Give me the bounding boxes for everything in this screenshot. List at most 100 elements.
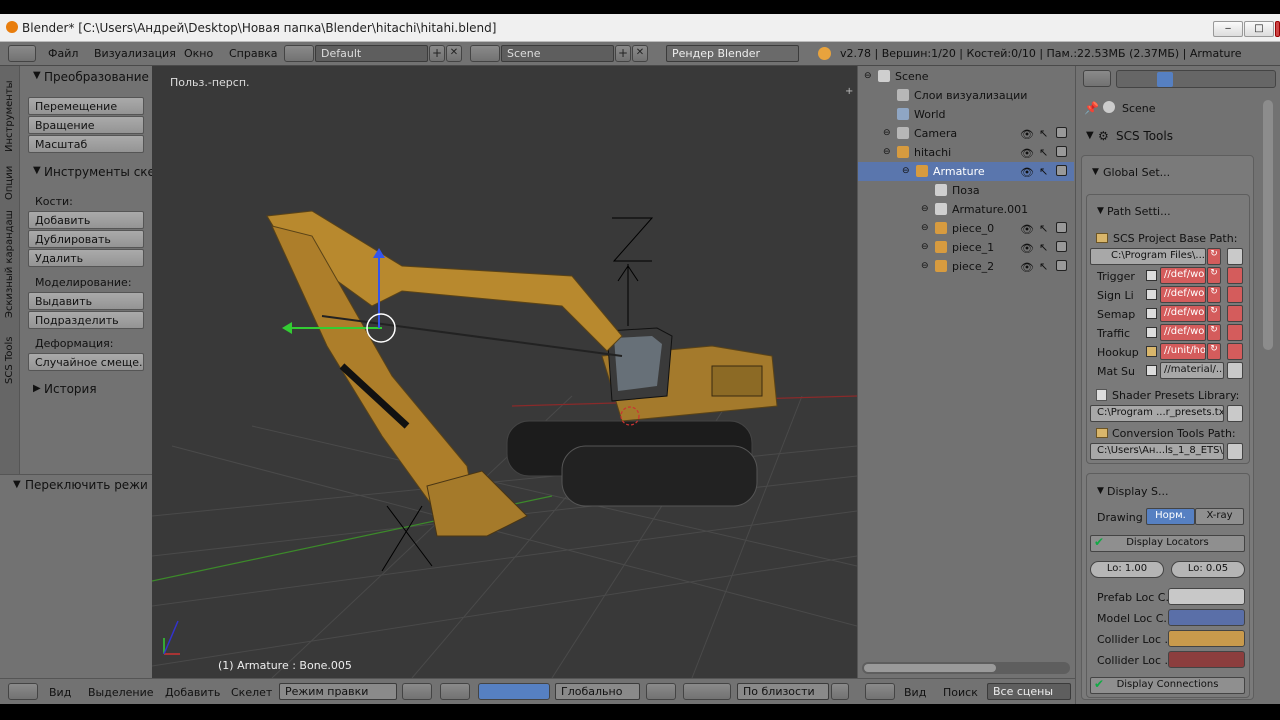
reload-icon[interactable]: ↻ bbox=[1207, 343, 1221, 360]
collapse-arrow-icon[interactable]: ▼ bbox=[1097, 486, 1104, 496]
snap-target-icon[interactable] bbox=[831, 683, 849, 700]
randomize-button[interactable]: Случайное смеще... bbox=[28, 353, 144, 371]
remove-scene-button[interactable]: ✕ bbox=[632, 45, 648, 62]
pin-icon[interactable]: 📌 bbox=[1084, 101, 1099, 115]
tab-options[interactable]: Опции bbox=[4, 160, 15, 200]
xray-mode-button[interactable]: X-ray bbox=[1195, 508, 1244, 525]
color-swatch[interactable] bbox=[1168, 651, 1245, 668]
collapse-arrow-icon[interactable]: ▼ bbox=[33, 165, 41, 176]
path-settings-title[interactable]: Path Setti... bbox=[1107, 205, 1171, 218]
menu-select[interactable]: Выделение bbox=[88, 686, 154, 699]
reload-icon[interactable]: ↻ bbox=[1207, 248, 1221, 265]
close-button[interactable] bbox=[1275, 21, 1280, 37]
display-mode-select[interactable]: Все сцены bbox=[987, 683, 1071, 700]
folder-browse-icon[interactable] bbox=[1227, 305, 1243, 322]
outliner-scrollbar[interactable] bbox=[862, 662, 1070, 674]
outliner-item-label[interactable]: Слои визуализации bbox=[914, 89, 1027, 102]
visibility-eye-icon[interactable]: 👁 bbox=[1020, 261, 1034, 274]
conversion-tools-field[interactable]: C:\Users\Ан...ls_1_8_ETS\ bbox=[1090, 443, 1224, 460]
display-settings-title[interactable]: Display S... bbox=[1107, 485, 1169, 498]
outliner-item-label[interactable]: Scene bbox=[895, 70, 929, 83]
folder-browse-icon[interactable] bbox=[1227, 286, 1243, 303]
reload-icon[interactable]: ↻ bbox=[1207, 267, 1221, 284]
visibility-eye-icon[interactable]: 👁 bbox=[1020, 147, 1034, 160]
duplicate-bone-button[interactable]: Дублировать bbox=[28, 230, 144, 248]
reload-icon[interactable]: ↻ bbox=[1207, 286, 1221, 303]
viewport-shading-icon[interactable] bbox=[402, 683, 432, 700]
expand-toggle-icon[interactable]: ⊖ bbox=[921, 242, 933, 254]
outliner-row[interactable]: ⊖ Camera 👁 ↖ bbox=[858, 124, 1074, 143]
menu-help[interactable]: Справка bbox=[229, 47, 277, 60]
collapse-arrow-icon[interactable]: ▼ bbox=[13, 479, 21, 490]
outliner-row[interactable]: Поза bbox=[858, 181, 1074, 200]
scene-icon[interactable] bbox=[470, 45, 500, 62]
locator-size-field[interactable]: Lo: 1.00 bbox=[1090, 561, 1164, 578]
display-connections-toggle[interactable]: Display Connections bbox=[1090, 677, 1245, 694]
menu-add[interactable]: Добавить bbox=[165, 686, 220, 699]
outliner-item-label[interactable]: piece_2 bbox=[952, 260, 994, 273]
outliner-row[interactable]: ⊖ piece_2 👁 ↖ bbox=[858, 257, 1074, 276]
menu-view[interactable]: Вид bbox=[904, 686, 926, 699]
tab-grease-pencil[interactable]: Эскизный карандаш bbox=[4, 208, 15, 318]
add-layout-button[interactable]: + bbox=[429, 45, 445, 62]
history-panel-title[interactable]: История bbox=[44, 382, 97, 396]
expand-toggle-icon[interactable]: ⊖ bbox=[883, 147, 895, 159]
outliner-item-label[interactable]: Armature bbox=[933, 165, 985, 178]
path-field[interactable]: //def/wor bbox=[1160, 267, 1206, 284]
render-camera-icon[interactable] bbox=[1056, 222, 1067, 233]
folder-browse-icon[interactable] bbox=[1227, 267, 1243, 284]
proportional-edit-icon[interactable] bbox=[683, 683, 731, 700]
outliner-row[interactable]: ⊖ Armature 👁 ↖ bbox=[858, 162, 1074, 181]
expand-toggle-icon[interactable]: ⊖ bbox=[883, 128, 895, 140]
collapse-arrow-icon[interactable]: ▼ bbox=[1092, 167, 1099, 177]
folder-browse-icon[interactable] bbox=[1227, 343, 1243, 360]
render-camera-icon[interactable] bbox=[1056, 127, 1067, 138]
visibility-eye-icon[interactable]: 👁 bbox=[1020, 128, 1034, 141]
render-camera-icon[interactable] bbox=[1056, 146, 1067, 157]
snap-select[interactable]: По близости bbox=[737, 683, 829, 700]
color-swatch[interactable] bbox=[1168, 588, 1245, 605]
menu-search[interactable]: Поиск bbox=[943, 686, 978, 699]
outliner-row[interactable]: ⊖ hitachi 👁 ↖ bbox=[858, 143, 1074, 162]
display-locators-toggle[interactable]: Display Locators bbox=[1090, 535, 1245, 552]
menu-view[interactable]: Вид bbox=[49, 686, 71, 699]
mode-select[interactable]: Режим правки bbox=[279, 683, 397, 700]
render-camera-icon[interactable] bbox=[1056, 165, 1067, 176]
selectable-cursor-icon[interactable]: ↖ bbox=[1039, 146, 1048, 159]
layers-icon[interactable] bbox=[646, 683, 676, 700]
render-camera-icon[interactable] bbox=[1056, 241, 1067, 252]
expand-toggle-icon[interactable]: ⊖ bbox=[921, 223, 933, 235]
selectable-cursor-icon[interactable]: ↖ bbox=[1039, 165, 1048, 178]
manipulator-icons[interactable] bbox=[478, 683, 550, 700]
minimize-button[interactable]: ‒ bbox=[1213, 21, 1243, 37]
context-tabs[interactable] bbox=[1116, 70, 1276, 88]
path-field[interactable]: //def/wor bbox=[1160, 324, 1206, 341]
outliner-item-label[interactable]: World bbox=[914, 108, 946, 121]
outliner-item-label[interactable]: Armature.001 bbox=[952, 203, 1028, 216]
shader-library-field[interactable]: C:\Program ...r_presets.txt bbox=[1090, 405, 1224, 422]
visibility-eye-icon[interactable]: 👁 bbox=[1020, 223, 1034, 236]
expand-properties-icon[interactable]: + bbox=[845, 86, 853, 97]
outliner-row[interactable]: ⊖ piece_0 👁 ↖ bbox=[858, 219, 1074, 238]
transform-orientation-select[interactable]: Глобально bbox=[555, 683, 640, 700]
subdivide-button[interactable]: Подразделить bbox=[28, 311, 144, 329]
outliner-item-label[interactable]: Поза bbox=[952, 184, 980, 197]
folder-browse-icon[interactable] bbox=[1227, 362, 1243, 379]
expand-toggle-icon[interactable] bbox=[921, 185, 933, 197]
color-swatch[interactable] bbox=[1168, 609, 1245, 626]
remove-layout-button[interactable]: ✕ bbox=[446, 45, 462, 62]
tab-scs-tools[interactable]: SCS Tools bbox=[4, 324, 15, 385]
toggle-mode-title[interactable]: Переключить режи п bbox=[25, 478, 159, 492]
path-field[interactable]: //unit/hook... bbox=[1160, 343, 1206, 360]
visibility-eye-icon[interactable]: 👁 bbox=[1020, 242, 1034, 255]
outliner-row[interactable]: ⊖ Scene bbox=[858, 67, 1074, 86]
outliner-item-label[interactable]: hitachi bbox=[914, 146, 951, 159]
menu-armature[interactable]: Скелет bbox=[231, 686, 272, 699]
folder-browse-icon[interactable] bbox=[1227, 324, 1243, 341]
scale-button[interactable]: Масштаб bbox=[28, 135, 144, 153]
visibility-eye-icon[interactable]: 👁 bbox=[1020, 166, 1034, 179]
scs-tools-panel-title[interactable]: SCS Tools bbox=[1116, 129, 1173, 143]
expand-toggle-icon[interactable]: ⊖ bbox=[921, 204, 933, 216]
editor-type-icon[interactable] bbox=[865, 683, 895, 700]
path-field[interactable]: //material/... bbox=[1160, 362, 1224, 379]
